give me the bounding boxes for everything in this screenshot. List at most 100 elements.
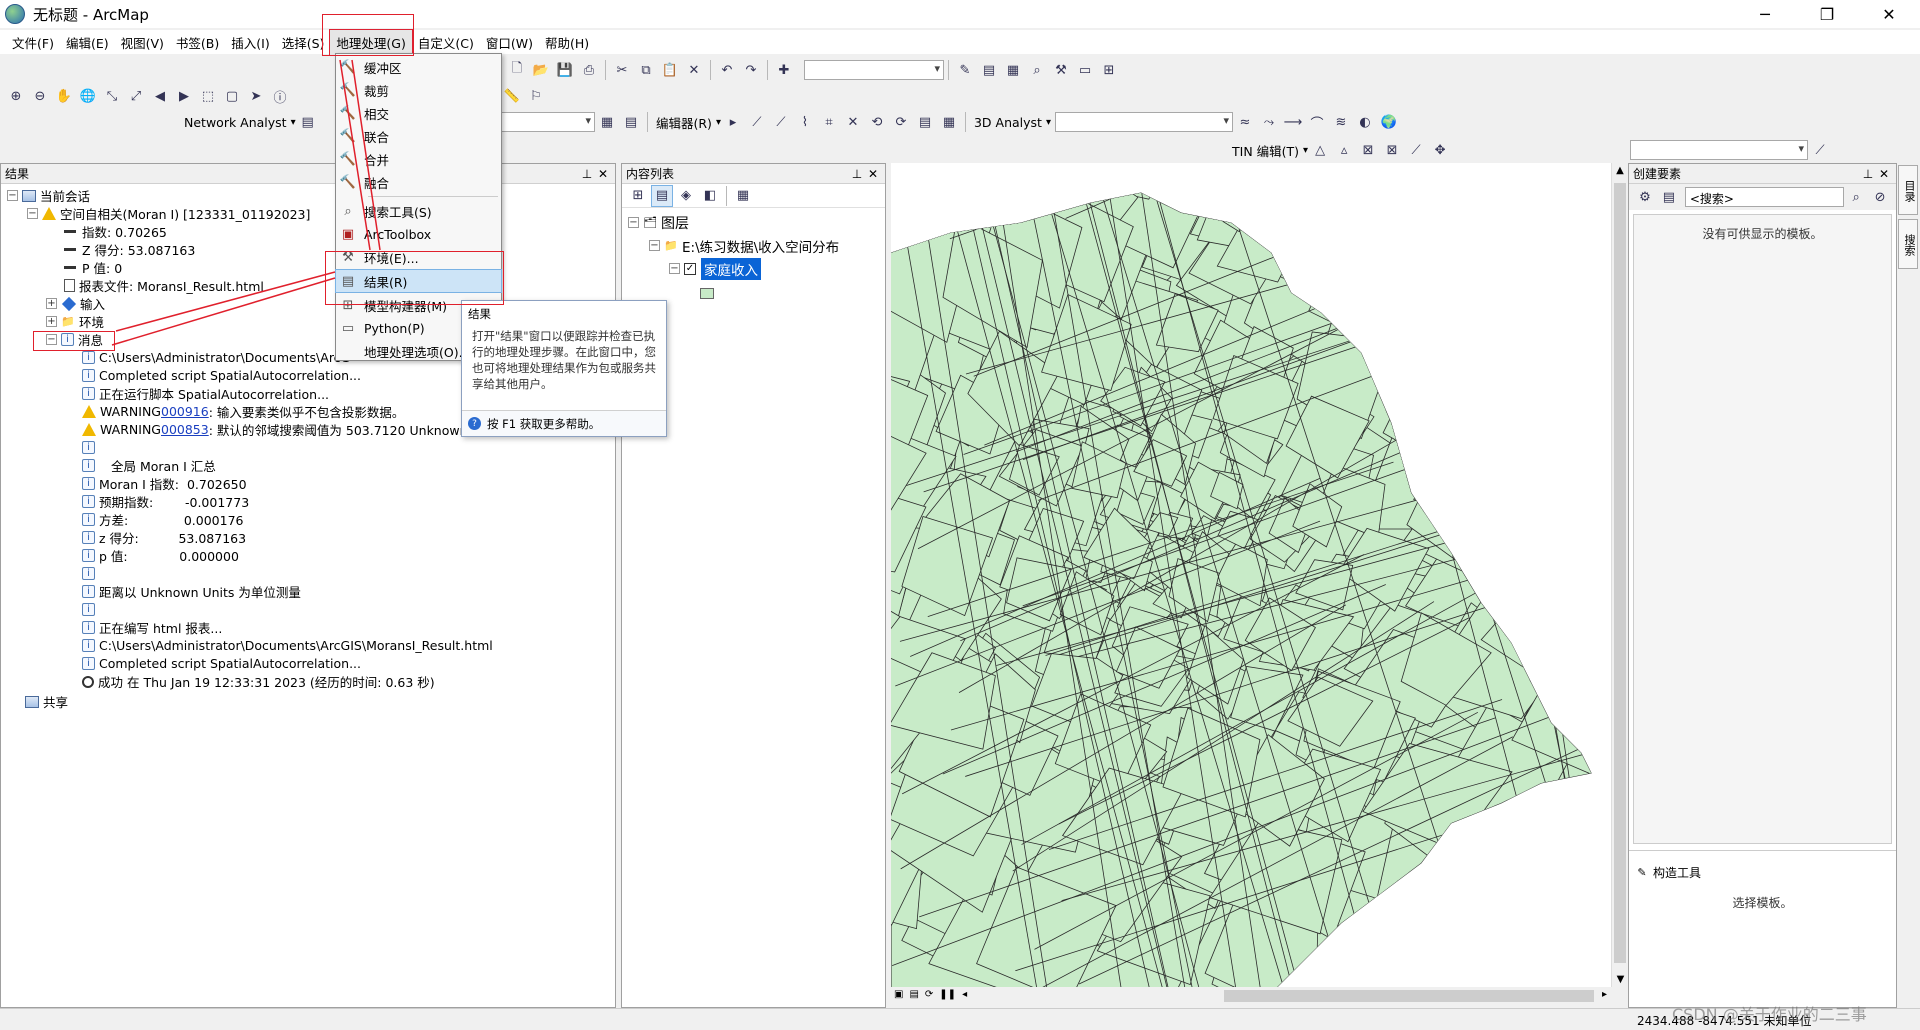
open-folder-icon[interactable]: 📂 bbox=[531, 60, 551, 80]
menu-geoprocessing[interactable]: 地理处理(G) bbox=[329, 28, 413, 56]
parcel[interactable] bbox=[1416, 226, 1591, 367]
list-by-drawing-order-icon[interactable]: ⊞ bbox=[628, 186, 648, 206]
splitter[interactable] bbox=[1629, 850, 1896, 860]
minimize-button[interactable]: ─ bbox=[1734, 0, 1796, 28]
delete-icon[interactable]: ✕ bbox=[684, 60, 704, 80]
parcel[interactable] bbox=[1324, 163, 1468, 264]
sketch-props-icon[interactable]: ▦ bbox=[939, 112, 959, 132]
steepest-path-icon[interactable]: ⤳ bbox=[1259, 112, 1279, 132]
list-by-visibility-icon[interactable]: ◈ bbox=[676, 186, 696, 206]
straight-segment-icon[interactable]: ⟋ bbox=[771, 112, 791, 132]
fixed-zoom-out-icon[interactable]: ⤢ bbox=[126, 86, 146, 106]
organize-templates-icon[interactable]: ⚙ bbox=[1635, 187, 1655, 207]
search-window-icon[interactable]: ⌕ bbox=[1027, 60, 1047, 80]
menu-item-dissolve[interactable]: 🔨 融合 bbox=[336, 171, 501, 193]
menu-view[interactable]: 视图(V) bbox=[115, 30, 170, 55]
menu-item-union[interactable]: 🔨 联合 bbox=[336, 125, 501, 147]
toc-layer-item[interactable]: − ✓ 家庭收入 bbox=[669, 257, 761, 280]
tin-edit-menu[interactable]: TIN 编辑(T) bbox=[1228, 141, 1303, 160]
attributes-icon[interactable]: ▤ bbox=[915, 112, 935, 132]
parcel[interactable] bbox=[1236, 163, 1383, 188]
profile-icon[interactable]: ⌒ bbox=[1307, 112, 1327, 132]
find-route-icon[interactable]: ⚐ bbox=[526, 86, 546, 106]
search-icon[interactable]: ⌕ bbox=[1846, 187, 1866, 207]
tree-environments[interactable]: + 📁 环境 bbox=[46, 313, 104, 330]
select-features-icon[interactable]: ⬚ bbox=[198, 86, 218, 106]
parcel[interactable] bbox=[1315, 212, 1427, 328]
python-window-icon[interactable]: ▭ bbox=[1075, 60, 1095, 80]
menu-item-buffer[interactable]: 🔨 缓冲区 bbox=[336, 56, 501, 78]
3d-analyst-menu[interactable]: 3D Analyst bbox=[970, 115, 1046, 130]
map-scale-combo[interactable] bbox=[804, 60, 944, 80]
add-data-icon[interactable]: ✚ bbox=[774, 60, 794, 80]
parcel[interactable] bbox=[1479, 519, 1612, 642]
parcel[interactable] bbox=[1127, 163, 1263, 180]
cut-icon[interactable]: ✂ bbox=[612, 60, 632, 80]
options-icon[interactable]: ▦ bbox=[733, 186, 753, 206]
layer-combo[interactable] bbox=[500, 112, 595, 132]
back-extent-icon[interactable]: ◀ bbox=[150, 86, 170, 106]
layer-symbol-swatch[interactable] bbox=[700, 288, 714, 299]
menu-edit[interactable]: 编辑(E) bbox=[60, 30, 115, 55]
parcel[interactable] bbox=[1444, 347, 1551, 462]
menu-item-arctoolbox[interactable]: ▣ ArcToolbox bbox=[336, 223, 501, 245]
parcel[interactable] bbox=[1413, 383, 1510, 472]
split-icon[interactable]: ⟲ bbox=[867, 112, 887, 132]
redo-icon[interactable]: ↷ bbox=[741, 60, 761, 80]
list-by-selection-icon[interactable]: ◧ bbox=[700, 186, 720, 206]
tree-zscore[interactable]: Z 得分: 53.087163 bbox=[64, 241, 195, 258]
line-of-sight-icon[interactable]: ⟶ bbox=[1283, 112, 1303, 132]
arctoolbox-icon[interactable]: ⚒ bbox=[1051, 60, 1071, 80]
parcel[interactable] bbox=[1429, 334, 1538, 432]
tree-messages[interactable]: − i 消息 bbox=[46, 331, 103, 348]
parcel[interactable] bbox=[1480, 169, 1597, 311]
tree-tool-run[interactable]: − 空间自相关(Moran I) [123331_01192023] bbox=[27, 205, 310, 222]
parcel[interactable] bbox=[1440, 361, 1540, 456]
save-icon[interactable]: 💾 bbox=[555, 60, 575, 80]
parcel[interactable] bbox=[1430, 387, 1575, 510]
parcel[interactable] bbox=[1268, 163, 1401, 192]
menu-item-merge[interactable]: 🔨 合并 bbox=[336, 148, 501, 170]
copy-icon[interactable]: ⧉ bbox=[636, 60, 656, 80]
menu-item-search-tools[interactable]: ⌕ 搜索工具(S) bbox=[336, 200, 501, 222]
zoom-out-icon[interactable]: ⊖ bbox=[30, 86, 50, 106]
tree-current-session[interactable]: − 当前会话 bbox=[7, 187, 90, 204]
clear-selection-icon[interactable]: ▢ bbox=[222, 86, 242, 106]
tab-catalog[interactable]: 目录 bbox=[1898, 165, 1918, 215]
map-vertical-scrollbar[interactable]: ▲ ▼ bbox=[1611, 163, 1628, 987]
parcel[interactable] bbox=[1408, 202, 1499, 311]
arcglobe-icon[interactable]: 🌍 bbox=[1379, 112, 1399, 132]
parcel[interactable] bbox=[1566, 527, 1611, 677]
parcel[interactable] bbox=[1424, 169, 1581, 335]
parcel[interactable] bbox=[1506, 300, 1611, 449]
cut-polygons-icon[interactable]: ✕ bbox=[843, 112, 863, 132]
parcel[interactable] bbox=[1537, 273, 1612, 423]
parcel[interactable] bbox=[1505, 433, 1612, 560]
parcel[interactable] bbox=[1413, 410, 1526, 524]
parcel[interactable] bbox=[1045, 163, 1188, 200]
parcel[interactable] bbox=[1054, 163, 1191, 185]
toc-window-icon[interactable]: ▤ bbox=[979, 60, 999, 80]
tin-add-edge-icon[interactable]: ▵ bbox=[1334, 140, 1354, 160]
filter-icon[interactable]: ▤ bbox=[1659, 187, 1679, 207]
fixed-zoom-in-icon[interactable]: ⤡ bbox=[102, 86, 122, 106]
menu-item-intersect[interactable]: 🔨 相交 bbox=[336, 102, 501, 124]
map-horizontal-scrollbar[interactable]: ▣ ▤ ⟳ ❚❚ ◂ ▸ bbox=[891, 987, 1611, 1005]
toc-folder[interactable]: − 📁 E:\练习数据\收入空间分布 bbox=[649, 237, 839, 256]
layout-view-icon[interactable]: ▤ bbox=[909, 989, 918, 1000]
tree-report-file[interactable]: 报表文件: MoransI_Result.html bbox=[64, 277, 264, 294]
tin-swap-icon[interactable]: ⟋ bbox=[1406, 140, 1426, 160]
template-list[interactable]: 没有可供显示的模板。 bbox=[1633, 214, 1892, 844]
tree-shared[interactable]: 共享 bbox=[25, 693, 68, 710]
print-icon[interactable]: ⎙ bbox=[579, 60, 599, 80]
identify-icon[interactable]: ⓘ bbox=[270, 86, 290, 106]
parcel[interactable] bbox=[1369, 268, 1477, 374]
menu-insert[interactable]: 插入(I) bbox=[225, 30, 275, 55]
menu-bookmarks[interactable]: 书签(B) bbox=[170, 30, 225, 55]
parcel[interactable] bbox=[1197, 163, 1298, 224]
toc-layers[interactable]: − 🗂 图层 bbox=[628, 214, 689, 232]
parcel[interactable] bbox=[1506, 358, 1611, 480]
menu-item-environments[interactable]: ⚒ 环境(E)... bbox=[336, 246, 501, 268]
pin-icon[interactable]: ⊥ bbox=[1860, 167, 1876, 181]
menu-help[interactable]: 帮助(H) bbox=[539, 30, 595, 55]
